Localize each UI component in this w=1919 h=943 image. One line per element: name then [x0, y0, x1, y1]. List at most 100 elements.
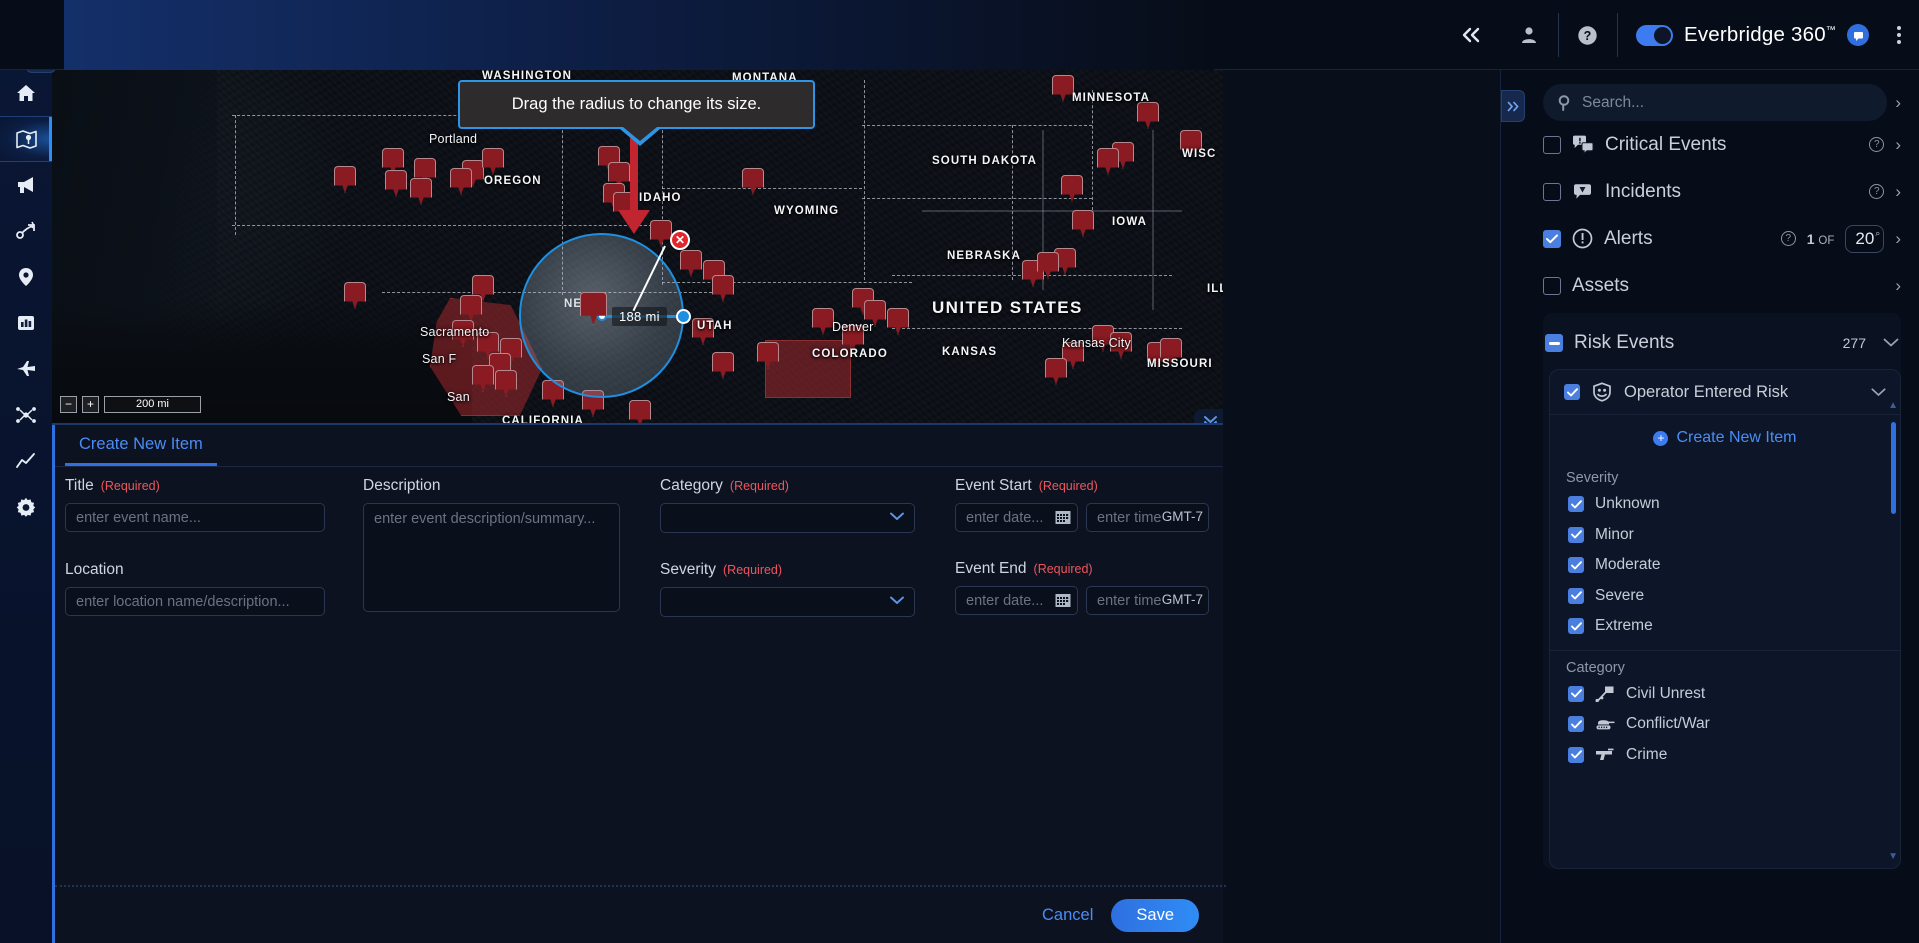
risk-events-checkbox[interactable] — [1545, 334, 1563, 352]
severity-select[interactable] — [660, 587, 915, 617]
instruction-arrow-icon — [618, 138, 650, 234]
cancel-button[interactable]: Cancel — [1042, 906, 1093, 925]
map-zoom-in-button[interactable]: + — [82, 396, 99, 413]
layer-row-alerts[interactable]: Alerts ? 1 OF 20 ⌕ › — [1543, 215, 1901, 262]
chevron-down-icon[interactable] — [1871, 387, 1886, 397]
severity-filter-row[interactable]: Extreme — [1550, 611, 1900, 642]
severity-checkbox[interactable] — [1568, 526, 1584, 543]
everbridge-360-toggle[interactable] — [1635, 24, 1673, 46]
map-place-label: IOWA — [1112, 216, 1148, 228]
alerts-count-total[interactable]: 20 ⌕ — [1845, 224, 1885, 253]
critical-events-chevron-icon[interactable]: › — [1895, 135, 1901, 155]
kebab-dot-3 — [1897, 40, 1901, 44]
assets-chevron-icon[interactable]: › — [1895, 276, 1901, 296]
map-zoom-out-button[interactable]: − — [60, 396, 77, 413]
form-column-2: Description — [363, 477, 620, 617]
title-label-row: Title (Required) — [65, 477, 325, 495]
kebab-dot-2 — [1897, 33, 1901, 37]
operator-entered-risk-header[interactable]: Operator Entered Risk — [1550, 370, 1900, 414]
risk-events-count: 277 — [1842, 335, 1866, 351]
sidebar-item-locations[interactable] — [0, 254, 52, 300]
location-input[interactable] — [65, 587, 325, 616]
alerts-chevron-icon[interactable]: › — [1895, 229, 1901, 249]
sidebar-item-home[interactable] — [0, 70, 52, 116]
form-column-1: Title (Required) Location — [65, 477, 325, 616]
severity-checkbox[interactable] — [1568, 587, 1584, 604]
event-start-date-input[interactable] — [955, 503, 1078, 532]
incidents-chevron-icon[interactable]: › — [1895, 182, 1901, 202]
layer-row-incidents[interactable]: Incidents ? › — [1543, 168, 1901, 215]
severity-filter-row[interactable]: Severe — [1550, 581, 1900, 612]
severity-filter-row[interactable]: Minor — [1550, 520, 1900, 551]
category-filter-row[interactable]: Conflict/War — [1550, 709, 1900, 740]
description-textarea[interactable] — [363, 503, 620, 612]
category-checkbox[interactable] — [1568, 746, 1584, 763]
risk-events-header[interactable]: Risk Events 277 — [1543, 323, 1901, 363]
scroll-down-arrow-icon[interactable]: ▼ — [1888, 851, 1898, 862]
sidebar-item-workflows[interactable] — [0, 208, 52, 254]
category-filter-row[interactable]: Crime — [1550, 740, 1900, 771]
category-checkbox[interactable] — [1568, 716, 1584, 733]
layer-row-assets[interactable]: Assets › — [1543, 262, 1901, 309]
assets-label: Assets — [1572, 274, 1630, 296]
alerts-count-superscript: ⌕ — [1875, 227, 1881, 238]
alerts-count-current: 1 — [1806, 230, 1815, 247]
severity-filter-list: Unknown Minor Moderate Severe Extreme — [1550, 489, 1900, 642]
radius-drag-handle[interactable] — [676, 309, 691, 324]
layers-panel-expand-button[interactable] — [1501, 90, 1525, 122]
sidebar-item-analytics[interactable] — [0, 438, 52, 484]
alerts-checkbox[interactable] — [1543, 229, 1561, 248]
severity-checkbox[interactable] — [1568, 496, 1584, 513]
sidebar-item-map[interactable] — [0, 116, 52, 162]
alerts-help-icon[interactable]: ? — [1780, 231, 1796, 246]
event-end-date-input[interactable] — [955, 586, 1078, 615]
plus-icon: + — [1653, 430, 1669, 446]
operator-entered-risk-label: Operator Entered Risk — [1624, 382, 1789, 401]
app-root: ? Everbridge 360™ WASHINGTON MONTANA MIN… — [0, 0, 1919, 943]
category-select[interactable] — [660, 503, 915, 533]
chevron-down-icon[interactable] — [1883, 338, 1899, 348]
event-start-label: Event Start — [955, 477, 1032, 494]
sidebar-item-reports[interactable] — [0, 300, 52, 346]
panel-scrollbar-thumb[interactable] — [1891, 422, 1896, 514]
incidents-checkbox[interactable] — [1543, 182, 1561, 201]
create-new-item-button[interactable]: + Create New Item — [1550, 415, 1900, 461]
more-menu-button[interactable] — [1883, 26, 1919, 44]
incidents-help-icon[interactable]: ? — [1869, 184, 1885, 199]
sidebar-item-notifications[interactable] — [0, 162, 52, 208]
severity-checkbox[interactable] — [1568, 618, 1584, 635]
chart-icon — [18, 316, 34, 330]
map-collapse-button[interactable] — [1194, 409, 1223, 423]
category-checkbox[interactable] — [1568, 685, 1584, 702]
sidebar-item-settings[interactable] — [0, 484, 52, 530]
sidebar-item-travel[interactable] — [0, 346, 52, 392]
map-place-label: Denver — [832, 320, 874, 334]
search-input[interactable]: Search... — [1543, 84, 1888, 121]
collapse-panel-button[interactable] — [1442, 0, 1500, 70]
chat-button[interactable] — [1847, 24, 1869, 46]
map-place-label: San — [447, 390, 470, 404]
layer-row-critical-events[interactable]: Critical Events ? › — [1543, 121, 1901, 168]
map-canvas[interactable]: WASHINGTON MONTANA MINNESOTA Portland OREGON… — [52, 70, 1223, 425]
operator-entered-risk-checkbox[interactable] — [1564, 384, 1580, 400]
map-place-label: Sacramento — [420, 325, 490, 339]
save-button[interactable]: Save — [1111, 898, 1199, 932]
sidebar-item-integrations[interactable] — [0, 392, 52, 438]
map-place-label: OREGON — [484, 175, 542, 187]
title-input[interactable] — [65, 503, 325, 532]
category-icon-wrap — [1595, 747, 1615, 763]
user-account-button[interactable] — [1500, 0, 1558, 70]
category-filter-row[interactable]: Civil Unrest — [1550, 679, 1900, 710]
event-start-date-field — [955, 503, 1078, 532]
severity-filter-row[interactable]: Moderate — [1550, 550, 1900, 581]
critical-events-help-icon[interactable]: ? — [1869, 137, 1885, 152]
remove-risk-marker-button[interactable]: ✕ — [670, 230, 690, 250]
scroll-up-arrow-icon[interactable]: ▲ — [1888, 400, 1898, 411]
critical-events-checkbox[interactable] — [1543, 135, 1561, 154]
assets-checkbox[interactable] — [1543, 276, 1561, 295]
severity-filter-row[interactable]: Unknown — [1550, 489, 1900, 520]
search-expand-chevron-icon[interactable]: › — [1895, 93, 1901, 113]
severity-checkbox[interactable] — [1568, 557, 1584, 574]
tab-create-new-item[interactable]: Create New Item — [65, 435, 217, 466]
help-button[interactable]: ? — [1559, 0, 1617, 70]
